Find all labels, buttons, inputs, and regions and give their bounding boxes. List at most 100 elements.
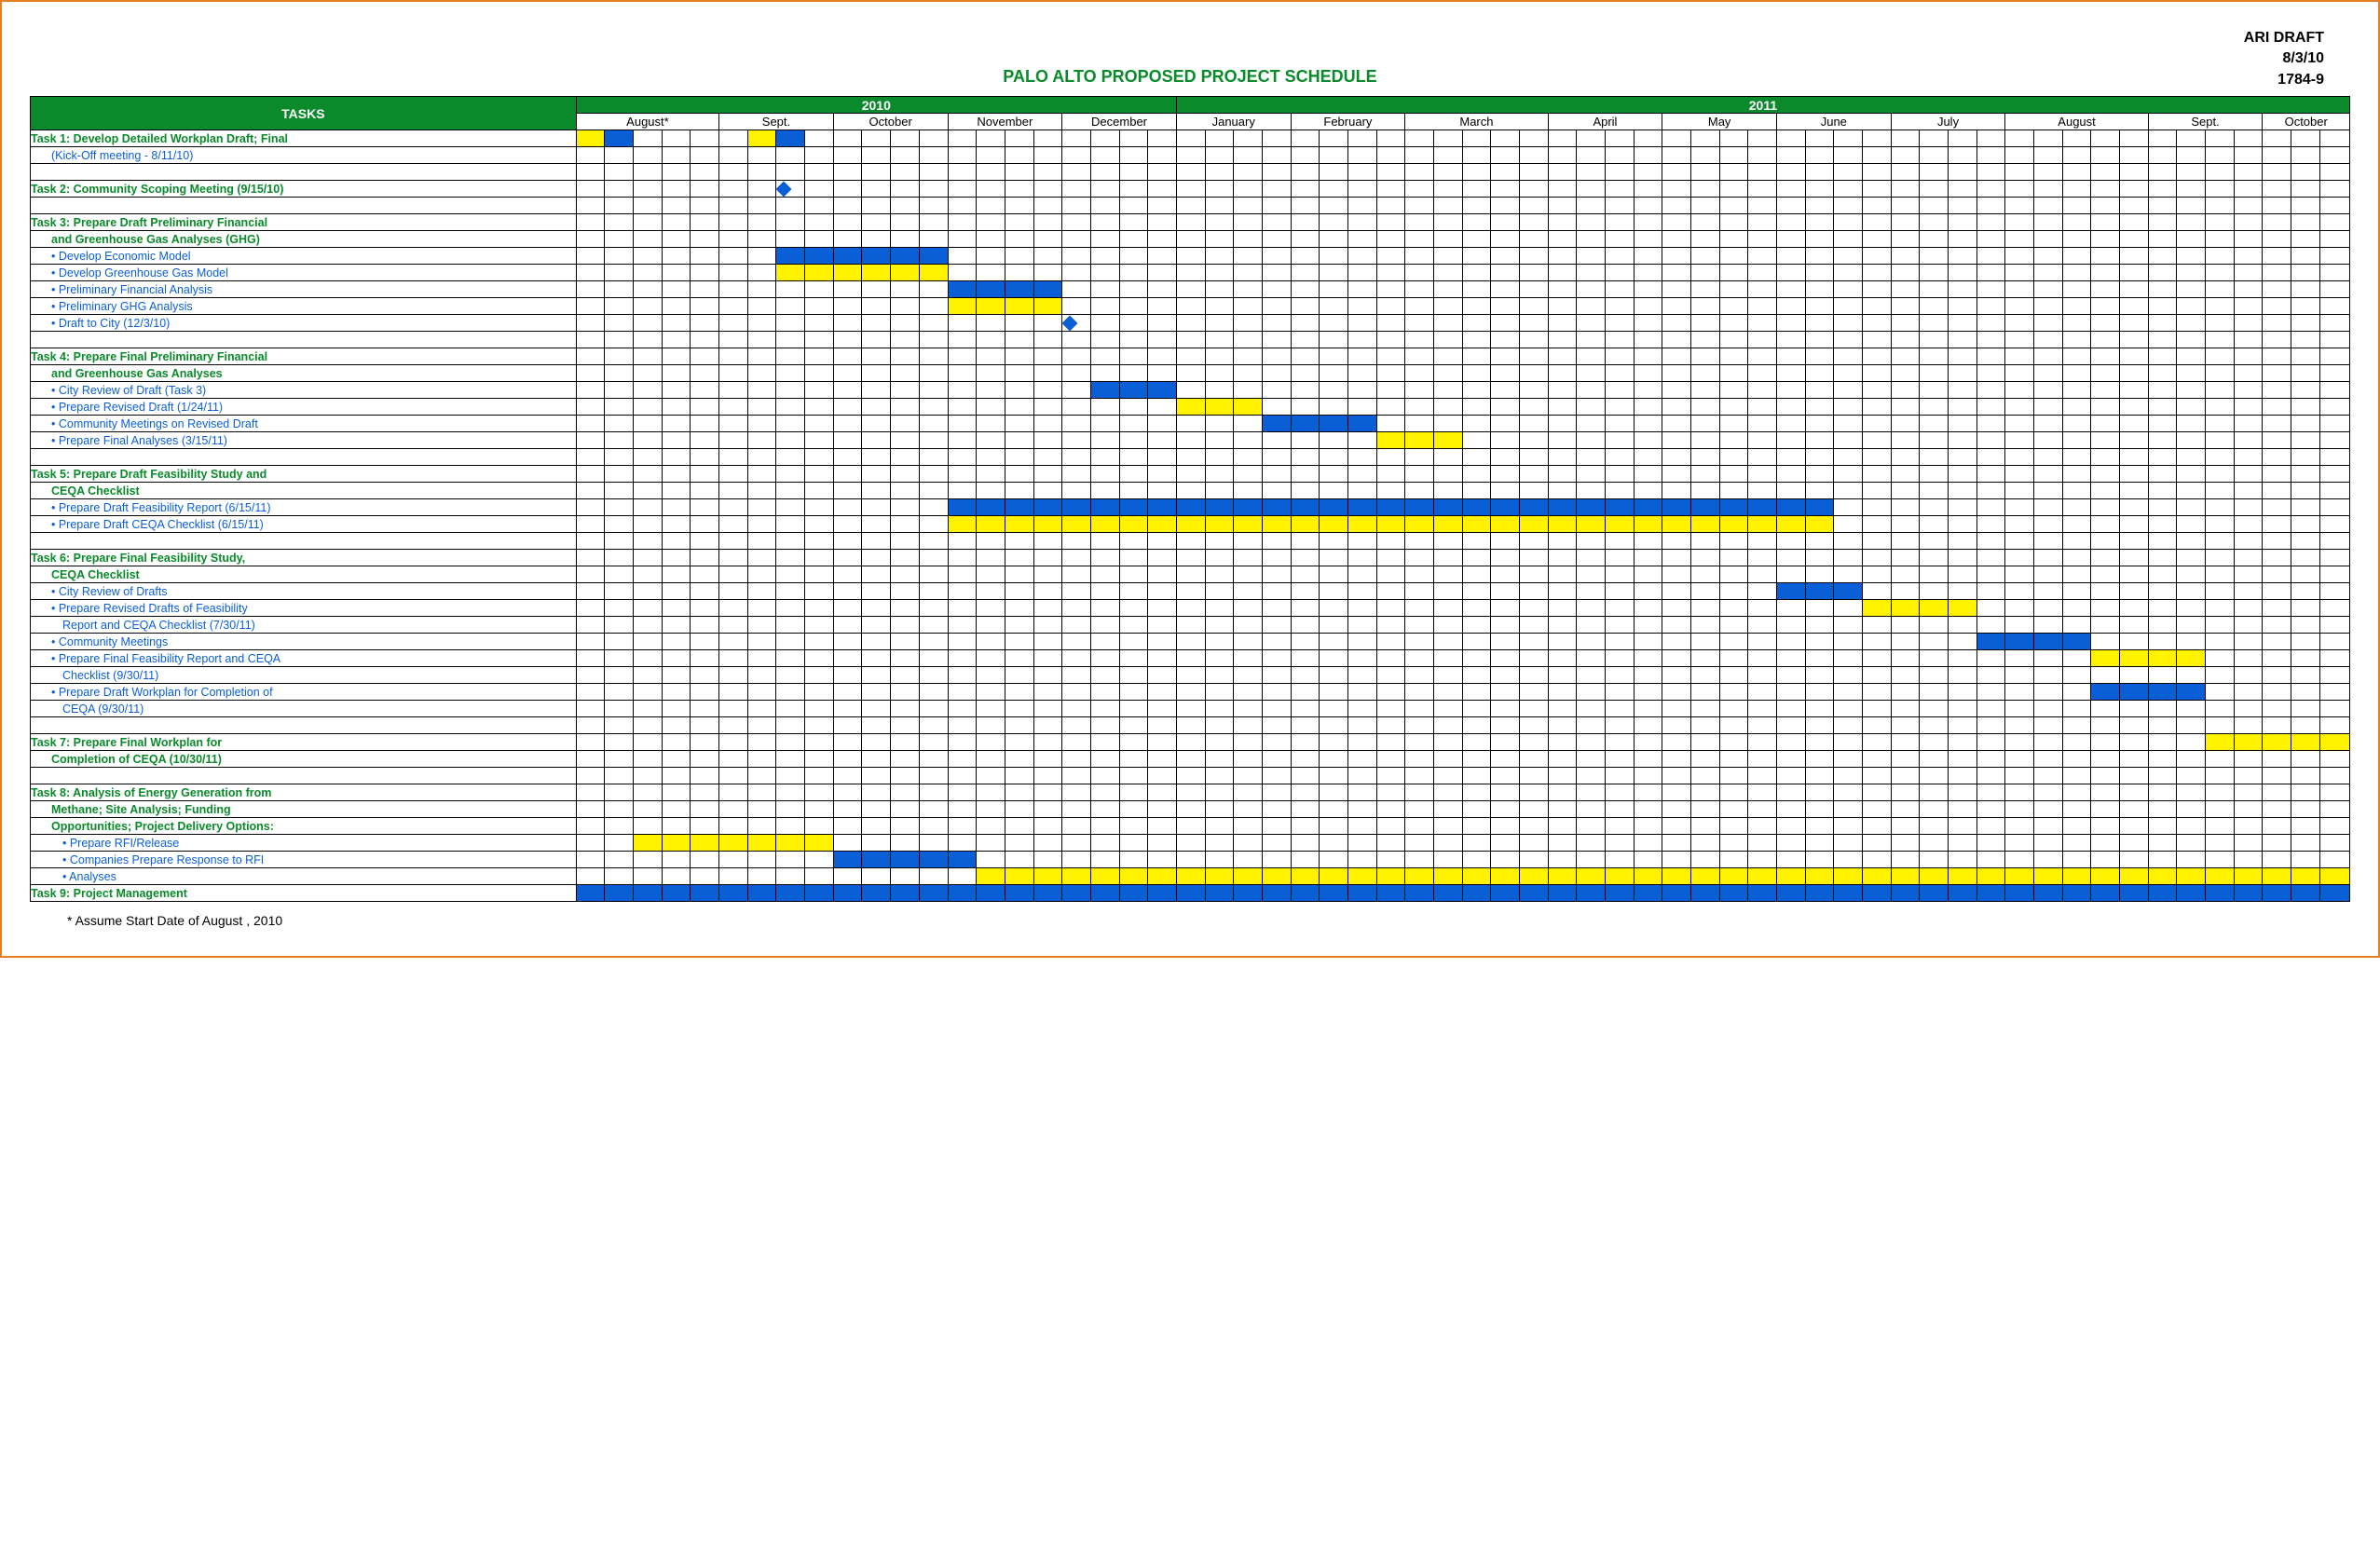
- gantt-cell: [776, 164, 805, 181]
- gantt-cell: [1119, 181, 1148, 198]
- gantt-cell: [719, 164, 748, 181]
- gantt-cell: [1577, 701, 1606, 717]
- gantt-cell: [1005, 701, 1033, 717]
- gantt-cell: [948, 734, 977, 751]
- gantt-cell: [1949, 382, 1977, 399]
- gantt-cell: [1634, 667, 1662, 684]
- gantt-cell: [576, 164, 605, 181]
- gantt-cell: [662, 265, 691, 281]
- gantt-cell: [1634, 449, 1662, 466]
- gantt-cell: [1462, 432, 1491, 449]
- gantt-cell: [691, 784, 719, 801]
- gantt-cell: [2263, 768, 2291, 784]
- gantt-cell: [1090, 382, 1119, 399]
- gantt-cell: [1834, 650, 1863, 667]
- gantt-cell: [662, 835, 691, 852]
- gantt-cell: [1405, 784, 1434, 801]
- gantt-cell: [1205, 566, 1234, 583]
- gantt-cell: [2234, 265, 2263, 281]
- gantt-cell: [1776, 265, 1805, 281]
- gantt-cell: [977, 751, 1005, 768]
- gantt-cell: [891, 164, 920, 181]
- gantt-cell: [833, 650, 862, 667]
- gantt-cell: [605, 198, 634, 214]
- gantt-cell: [605, 768, 634, 784]
- gantt-cell: [1748, 298, 1777, 315]
- gantt-cell: [719, 516, 748, 533]
- gantt-cell: [2319, 684, 2349, 701]
- gantt-cell: [2091, 382, 2120, 399]
- gantt-cell: [1176, 298, 1205, 315]
- gantt-cell: [719, 701, 748, 717]
- gantt-cell: [2234, 198, 2263, 214]
- gantt-cell: [691, 768, 719, 784]
- gantt-cell: [1005, 214, 1033, 231]
- gantt-cell: [2206, 130, 2235, 147]
- gantt-cell: [1005, 650, 1033, 667]
- gantt-cell: [662, 466, 691, 483]
- gantt-cell: [1205, 650, 1234, 667]
- gantt-cell: [1863, 416, 1892, 432]
- gantt-cell: [805, 533, 834, 550]
- gantt-cell: [605, 281, 634, 298]
- gantt-cell: [1776, 650, 1805, 667]
- gantt-cell: [2263, 181, 2291, 198]
- gantt-cell: [605, 382, 634, 399]
- gantt-cell: [1033, 332, 1062, 348]
- gantt-cell: [1205, 130, 1234, 147]
- gantt-cell: [1005, 516, 1033, 533]
- gantt-cell: [1376, 348, 1405, 365]
- gantt-cell: [1805, 348, 1834, 365]
- gantt-cell: [2120, 583, 2149, 600]
- gantt-cell: [2005, 466, 2034, 483]
- gantt-cell: [1748, 281, 1777, 298]
- gantt-cell: [634, 835, 663, 852]
- gantt-cell: [2319, 164, 2349, 181]
- gantt-cell: [1033, 315, 1062, 332]
- gantt-cell: [948, 868, 977, 885]
- task-label: Task 6: Prepare Final Feasibility Study,: [31, 550, 577, 566]
- gantt-cell: [2005, 298, 2034, 315]
- gantt-cell: [1976, 885, 2005, 902]
- gantt-cell: [1176, 634, 1205, 650]
- gantt-cell: [1662, 198, 1691, 214]
- gantt-cell: [662, 248, 691, 265]
- gantt-cell: [833, 734, 862, 751]
- gantt-cell: [576, 130, 605, 147]
- gantt-cell: [1376, 198, 1405, 214]
- gantt-cell: [1634, 818, 1662, 835]
- gantt-cell: [1719, 684, 1748, 701]
- gantt-cell: [2291, 852, 2320, 868]
- gantt-cell: [1634, 181, 1662, 198]
- gantt-cell: [1748, 550, 1777, 566]
- gantt-cell: [1291, 667, 1320, 684]
- gantt-cell: [1719, 768, 1748, 784]
- gantt-cell: [1433, 818, 1462, 835]
- gantt-cell: [1405, 130, 1434, 147]
- gantt-cell: [2263, 533, 2291, 550]
- gantt-cell: [948, 214, 977, 231]
- gantt-cell: [1234, 332, 1263, 348]
- gantt-cell: [1320, 566, 1348, 583]
- gantt-cell: [919, 432, 948, 449]
- gantt-cell: [862, 583, 891, 600]
- gantt-cell: [2319, 550, 2349, 566]
- gantt-cell: [1690, 416, 1719, 432]
- gantt-cell: [776, 416, 805, 432]
- gantt-cell: [833, 130, 862, 147]
- gantt-cell: [1033, 483, 1062, 499]
- gantt-cell: [833, 298, 862, 315]
- gantt-cell: [1605, 399, 1634, 416]
- gantt-cell: [691, 516, 719, 533]
- gantt-cell: [1719, 499, 1748, 516]
- gantt-cell: [1548, 164, 1577, 181]
- gantt-cell: [605, 734, 634, 751]
- gantt-cell: [2148, 667, 2177, 684]
- gantt-cell: [2206, 868, 2235, 885]
- gantt-cell: [948, 449, 977, 466]
- gantt-cell: [719, 281, 748, 298]
- gantt-cell: [1662, 516, 1691, 533]
- gantt-cell: [1262, 600, 1291, 617]
- gantt-cell: [1234, 147, 1263, 164]
- gantt-cell: [605, 566, 634, 583]
